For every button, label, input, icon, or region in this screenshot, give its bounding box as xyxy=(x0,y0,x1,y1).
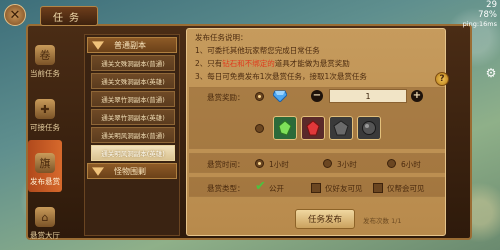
list-item[interactable]: 通关翠竹洞副本(英雄) xyxy=(91,109,175,125)
window-title: 任务 xyxy=(40,6,98,26)
list-item[interactable]: 通关翠竹洞副本(普通) xyxy=(91,91,175,107)
option-3h[interactable]: 3小时 xyxy=(337,159,357,170)
battery-text: 78% xyxy=(478,10,497,20)
item-slot-gray-pentagon[interactable] xyxy=(329,116,353,140)
radio-diamond[interactable] xyxy=(255,92,264,101)
text: 道具才能做为悬赏奖励 xyxy=(274,59,350,68)
plus-button[interactable]: + xyxy=(411,90,423,102)
tab-bounty-hall[interactable]: ⌂ 悬赏大厅 xyxy=(28,194,62,246)
chevron-down-icon xyxy=(92,167,104,176)
quantity-field[interactable]: 1 xyxy=(329,89,407,103)
hall-icon: ⌂ xyxy=(35,207,55,227)
green-crystal-icon xyxy=(278,120,292,136)
tab-available-tasks[interactable]: ✚ 可接任务 xyxy=(28,86,62,138)
radio-item[interactable] xyxy=(255,124,264,133)
instructions: 发布任务说明： 1、可委托其他玩家帮您完成日常任务 2、只有钻石和不绑定的道具才… xyxy=(195,31,367,83)
radio-3h[interactable] xyxy=(323,159,332,168)
category-list: 普通副本 通关文殊洞副本(普通) 通关文殊洞副本(英雄) 通关翠竹洞副本(普通)… xyxy=(84,34,180,236)
plus-scroll-icon: ✚ xyxy=(35,99,55,119)
checkbox-guild[interactable] xyxy=(373,183,383,193)
left-tab-bar: 卷 当前任务 ✚ 可接任务 旗 发布悬赏 ⌂ 悬赏大厅 xyxy=(28,32,62,248)
reward-label: 悬赏奖励： xyxy=(207,93,245,102)
item-slot-green[interactable] xyxy=(273,116,297,140)
item-slot-red[interactable] xyxy=(301,116,325,140)
chevron-down-icon xyxy=(92,41,104,50)
minus-button[interactable]: − xyxy=(311,90,323,102)
category-label: 普通副本 xyxy=(114,40,146,50)
diamond-icon xyxy=(273,90,287,102)
tab-label: 悬赏大厅 xyxy=(30,231,60,240)
tab-publish-bounty[interactable]: 旗 发布悬赏 xyxy=(28,140,62,192)
reward-section: 悬赏奖励： − 1 + xyxy=(189,87,445,149)
tab-label: 可接任务 xyxy=(30,123,60,132)
scroll-icon: 卷 xyxy=(35,45,55,65)
list-item[interactable]: 通关明风洞副本(普通) xyxy=(91,127,175,143)
instruction-line: 1、可委托其他玩家帮您完成日常任务 xyxy=(195,46,320,55)
item-slot-gray-orb[interactable] xyxy=(357,116,381,140)
ping-text: ping:16ms xyxy=(462,20,497,28)
instructions-title: 发布任务说明： xyxy=(195,33,248,42)
clock-text: 29 xyxy=(486,0,497,10)
gray-pentagon-icon xyxy=(333,120,349,136)
option-guild[interactable]: 仅帮会可见 xyxy=(387,183,425,194)
publish-panel: 发布任务说明： 1、可委托其他玩家帮您完成日常任务 2、只有钻石和不绑定的道具才… xyxy=(186,28,449,236)
category-monster-hunt[interactable]: 怪物围剿 xyxy=(87,163,177,179)
tab-label: 当前任务 xyxy=(30,69,60,78)
radio-6h[interactable] xyxy=(387,159,396,168)
time-section: 悬赏时间： 1小时 3小时 6小时 xyxy=(189,153,445,173)
option-1h[interactable]: 1小时 xyxy=(269,159,289,170)
option-6h[interactable]: 6小时 xyxy=(401,159,421,170)
banner-icon: 旗 xyxy=(35,153,55,173)
radio-1h[interactable] xyxy=(255,159,264,168)
category-normal-dungeon[interactable]: 普通副本 xyxy=(87,37,177,53)
publish-count: 发布次数 1/1 xyxy=(363,217,402,225)
time-label: 悬赏时间： xyxy=(207,160,245,169)
checkbox-friends[interactable] xyxy=(311,183,321,193)
checkmark-icon[interactable]: ✔ xyxy=(255,180,266,193)
help-icon[interactable]: ? xyxy=(435,72,449,86)
list-item-selected[interactable]: 通关明风洞副本(英雄) xyxy=(91,145,175,161)
text: 2、只有 xyxy=(195,59,223,68)
gray-orb-icon xyxy=(362,121,376,135)
type-label: 悬赏类型： xyxy=(207,184,245,193)
instruction-line: 2、只有钻石和不绑定的道具才能做为悬赏奖励 xyxy=(195,57,367,70)
publish-button[interactable]: 任务发布 xyxy=(295,209,355,229)
option-public[interactable]: 公开 xyxy=(269,183,284,194)
status-bar: 29 78% ping:16ms xyxy=(455,0,500,32)
close-icon[interactable]: ✕ xyxy=(4,4,26,26)
instruction-line: 3、每日可免费发布1次悬赏任务，接取1次悬赏任务 xyxy=(195,72,367,81)
gear-icon[interactable]: ⚙ xyxy=(484,66,498,80)
type-section: 悬赏类型： ✔ 公开 仅好友可见 仅帮会可见 xyxy=(189,177,445,197)
tab-label: 发布悬赏 xyxy=(30,177,60,186)
option-friends[interactable]: 仅好友可见 xyxy=(325,183,363,194)
category-label: 怪物围剿 xyxy=(114,166,146,176)
tab-current-tasks[interactable]: 卷 当前任务 xyxy=(28,32,62,84)
list-item[interactable]: 通关文殊洞副本(普通) xyxy=(91,55,175,71)
list-item[interactable]: 通关文殊洞副本(英雄) xyxy=(91,73,175,89)
highlight-text: 钻石和不绑定的 xyxy=(222,59,275,68)
red-crystal-icon xyxy=(306,120,320,136)
